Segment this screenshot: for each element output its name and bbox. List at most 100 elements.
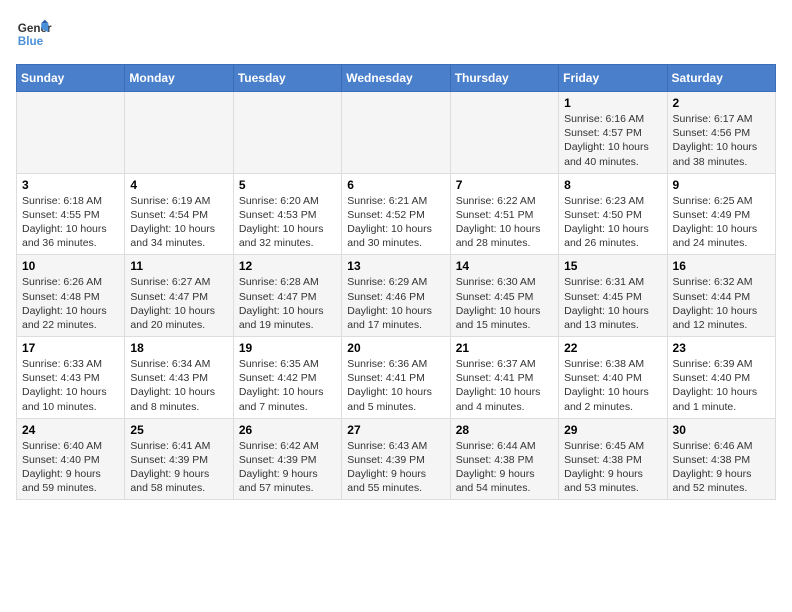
day-number: 11 <box>130 259 227 273</box>
calendar-cell: 14 Sunrise: 6:30 AM Sunset: 4:45 PM Dayli… <box>450 255 558 337</box>
calendar-cell: 27 Sunrise: 6:43 AM Sunset: 4:39 PM Dayli… <box>342 418 450 500</box>
calendar-cell: 23Sunrise: 6:39 AM Sunset: 4:40 PM Dayli… <box>667 337 775 419</box>
calendar-cell: 26 Sunrise: 6:42 AM Sunset: 4:39 PM Dayli… <box>233 418 341 500</box>
logo-icon: General Blue <box>16 16 52 52</box>
day-info: Sunrise: 6:46 AM Sunset: 4:38 PM Dayligh… <box>673 439 770 496</box>
calendar-cell: 30Sunrise: 6:46 AM Sunset: 4:38 PM Dayli… <box>667 418 775 500</box>
day-number: 13 <box>347 259 444 273</box>
calendar-cell: 29 Sunrise: 6:45 AM Sunset: 4:38 PM Dayli… <box>559 418 667 500</box>
header-monday: Monday <box>125 65 233 92</box>
day-info: Sunrise: 6:16 AM Sunset: 4:57 PM Dayligh… <box>564 112 661 169</box>
calendar-cell: 11 Sunrise: 6:27 AM Sunset: 4:47 PM Dayli… <box>125 255 233 337</box>
calendar-cell: 10 Sunrise: 6:26 AM Sunset: 4:48 PM Dayli… <box>17 255 125 337</box>
calendar-cell: 12 Sunrise: 6:28 AM Sunset: 4:47 PM Dayli… <box>233 255 341 337</box>
calendar-cell: 8 Sunrise: 6:23 AM Sunset: 4:50 PM Daylig… <box>559 173 667 255</box>
calendar-cell <box>450 92 558 174</box>
day-info: Sunrise: 6:27 AM Sunset: 4:47 PM Dayligh… <box>130 275 227 332</box>
day-info: Sunrise: 6:17 AM Sunset: 4:56 PM Dayligh… <box>673 112 770 169</box>
day-info: Sunrise: 6:42 AM Sunset: 4:39 PM Dayligh… <box>239 439 336 496</box>
day-number: 3 <box>22 178 119 192</box>
calendar-cell: 6 Sunrise: 6:21 AM Sunset: 4:52 PM Daylig… <box>342 173 450 255</box>
calendar-cell: 20 Sunrise: 6:36 AM Sunset: 4:41 PM Dayli… <box>342 337 450 419</box>
day-info: Sunrise: 6:31 AM Sunset: 4:45 PM Dayligh… <box>564 275 661 332</box>
day-info: Sunrise: 6:43 AM Sunset: 4:39 PM Dayligh… <box>347 439 444 496</box>
calendar-cell: 28 Sunrise: 6:44 AM Sunset: 4:38 PM Dayli… <box>450 418 558 500</box>
day-info: Sunrise: 6:37 AM Sunset: 4:41 PM Dayligh… <box>456 357 553 414</box>
calendar-cell <box>17 92 125 174</box>
day-number: 20 <box>347 341 444 355</box>
calendar-cell: 3 Sunrise: 6:18 AM Sunset: 4:55 PM Daylig… <box>17 173 125 255</box>
calendar-cell: 17 Sunrise: 6:33 AM Sunset: 4:43 PM Dayli… <box>17 337 125 419</box>
calendar-cell: 7 Sunrise: 6:22 AM Sunset: 4:51 PM Daylig… <box>450 173 558 255</box>
calendar-cell: 25 Sunrise: 6:41 AM Sunset: 4:39 PM Dayli… <box>125 418 233 500</box>
day-info: Sunrise: 6:30 AM Sunset: 4:45 PM Dayligh… <box>456 275 553 332</box>
day-number: 25 <box>130 423 227 437</box>
day-info: Sunrise: 6:38 AM Sunset: 4:40 PM Dayligh… <box>564 357 661 414</box>
header: General Blue <box>16 16 776 52</box>
day-info: Sunrise: 6:33 AM Sunset: 4:43 PM Dayligh… <box>22 357 119 414</box>
day-number: 14 <box>456 259 553 273</box>
logo: General Blue <box>16 16 52 52</box>
day-info: Sunrise: 6:18 AM Sunset: 4:55 PM Dayligh… <box>22 194 119 251</box>
day-info: Sunrise: 6:41 AM Sunset: 4:39 PM Dayligh… <box>130 439 227 496</box>
calendar-cell: 5Sunrise: 6:20 AM Sunset: 4:53 PM Daylig… <box>233 173 341 255</box>
day-info: Sunrise: 6:36 AM Sunset: 4:41 PM Dayligh… <box>347 357 444 414</box>
calendar-cell: 4 Sunrise: 6:19 AM Sunset: 4:54 PM Daylig… <box>125 173 233 255</box>
day-number: 28 <box>456 423 553 437</box>
day-number: 26 <box>239 423 336 437</box>
day-info: Sunrise: 6:45 AM Sunset: 4:38 PM Dayligh… <box>564 439 661 496</box>
day-number: 17 <box>22 341 119 355</box>
calendar-cell: 13 Sunrise: 6:29 AM Sunset: 4:46 PM Dayli… <box>342 255 450 337</box>
day-number: 15 <box>564 259 661 273</box>
calendar-cell: 9 Sunrise: 6:25 AM Sunset: 4:49 PM Daylig… <box>667 173 775 255</box>
day-number: 22 <box>564 341 661 355</box>
day-number: 4 <box>130 178 227 192</box>
calendar-cell: 15 Sunrise: 6:31 AM Sunset: 4:45 PM Dayli… <box>559 255 667 337</box>
day-info: Sunrise: 6:22 AM Sunset: 4:51 PM Dayligh… <box>456 194 553 251</box>
day-number: 2 <box>673 96 770 110</box>
day-number: 9 <box>673 178 770 192</box>
calendar-cell <box>342 92 450 174</box>
day-number: 29 <box>564 423 661 437</box>
day-info: Sunrise: 6:35 AM Sunset: 4:42 PM Dayligh… <box>239 357 336 414</box>
header-sunday: Sunday <box>17 65 125 92</box>
day-info: Sunrise: 6:19 AM Sunset: 4:54 PM Dayligh… <box>130 194 227 251</box>
day-info: Sunrise: 6:28 AM Sunset: 4:47 PM Dayligh… <box>239 275 336 332</box>
day-info: Sunrise: 6:32 AM Sunset: 4:44 PM Dayligh… <box>673 275 770 332</box>
day-info: Sunrise: 6:40 AM Sunset: 4:40 PM Dayligh… <box>22 439 119 496</box>
calendar-cell: 21 Sunrise: 6:37 AM Sunset: 4:41 PM Dayli… <box>450 337 558 419</box>
day-info: Sunrise: 6:26 AM Sunset: 4:48 PM Dayligh… <box>22 275 119 332</box>
header-wednesday: Wednesday <box>342 65 450 92</box>
day-number: 5 <box>239 178 336 192</box>
calendar-cell: 24Sunrise: 6:40 AM Sunset: 4:40 PM Dayli… <box>17 418 125 500</box>
calendar-cell: 2 Sunrise: 6:17 AM Sunset: 4:56 PM Daylig… <box>667 92 775 174</box>
calendar-table: SundayMondayTuesdayWednesdayThursdayFrid… <box>16 64 776 500</box>
day-info: Sunrise: 6:23 AM Sunset: 4:50 PM Dayligh… <box>564 194 661 251</box>
day-info: Sunrise: 6:39 AM Sunset: 4:40 PM Dayligh… <box>673 357 770 414</box>
day-number: 18 <box>130 341 227 355</box>
day-info: Sunrise: 6:29 AM Sunset: 4:46 PM Dayligh… <box>347 275 444 332</box>
header-thursday: Thursday <box>450 65 558 92</box>
week-row-4: 17 Sunrise: 6:33 AM Sunset: 4:43 PM Dayli… <box>17 337 776 419</box>
week-row-2: 3 Sunrise: 6:18 AM Sunset: 4:55 PM Daylig… <box>17 173 776 255</box>
day-info: Sunrise: 6:44 AM Sunset: 4:38 PM Dayligh… <box>456 439 553 496</box>
day-info: Sunrise: 6:21 AM Sunset: 4:52 PM Dayligh… <box>347 194 444 251</box>
week-row-3: 10 Sunrise: 6:26 AM Sunset: 4:48 PM Dayli… <box>17 255 776 337</box>
week-row-5: 24Sunrise: 6:40 AM Sunset: 4:40 PM Dayli… <box>17 418 776 500</box>
header-tuesday: Tuesday <box>233 65 341 92</box>
header-saturday: Saturday <box>667 65 775 92</box>
calendar-cell: 18 Sunrise: 6:34 AM Sunset: 4:43 PM Dayli… <box>125 337 233 419</box>
day-number: 6 <box>347 178 444 192</box>
day-number: 27 <box>347 423 444 437</box>
calendar-cell: 19Sunrise: 6:35 AM Sunset: 4:42 PM Dayli… <box>233 337 341 419</box>
day-number: 7 <box>456 178 553 192</box>
day-info: Sunrise: 6:25 AM Sunset: 4:49 PM Dayligh… <box>673 194 770 251</box>
day-number: 10 <box>22 259 119 273</box>
day-number: 21 <box>456 341 553 355</box>
svg-text:Blue: Blue <box>18 35 44 48</box>
calendar-cell: 1Sunrise: 6:16 AM Sunset: 4:57 PM Daylig… <box>559 92 667 174</box>
day-info: Sunrise: 6:34 AM Sunset: 4:43 PM Dayligh… <box>130 357 227 414</box>
calendar-cell <box>233 92 341 174</box>
day-number: 8 <box>564 178 661 192</box>
day-number: 12 <box>239 259 336 273</box>
